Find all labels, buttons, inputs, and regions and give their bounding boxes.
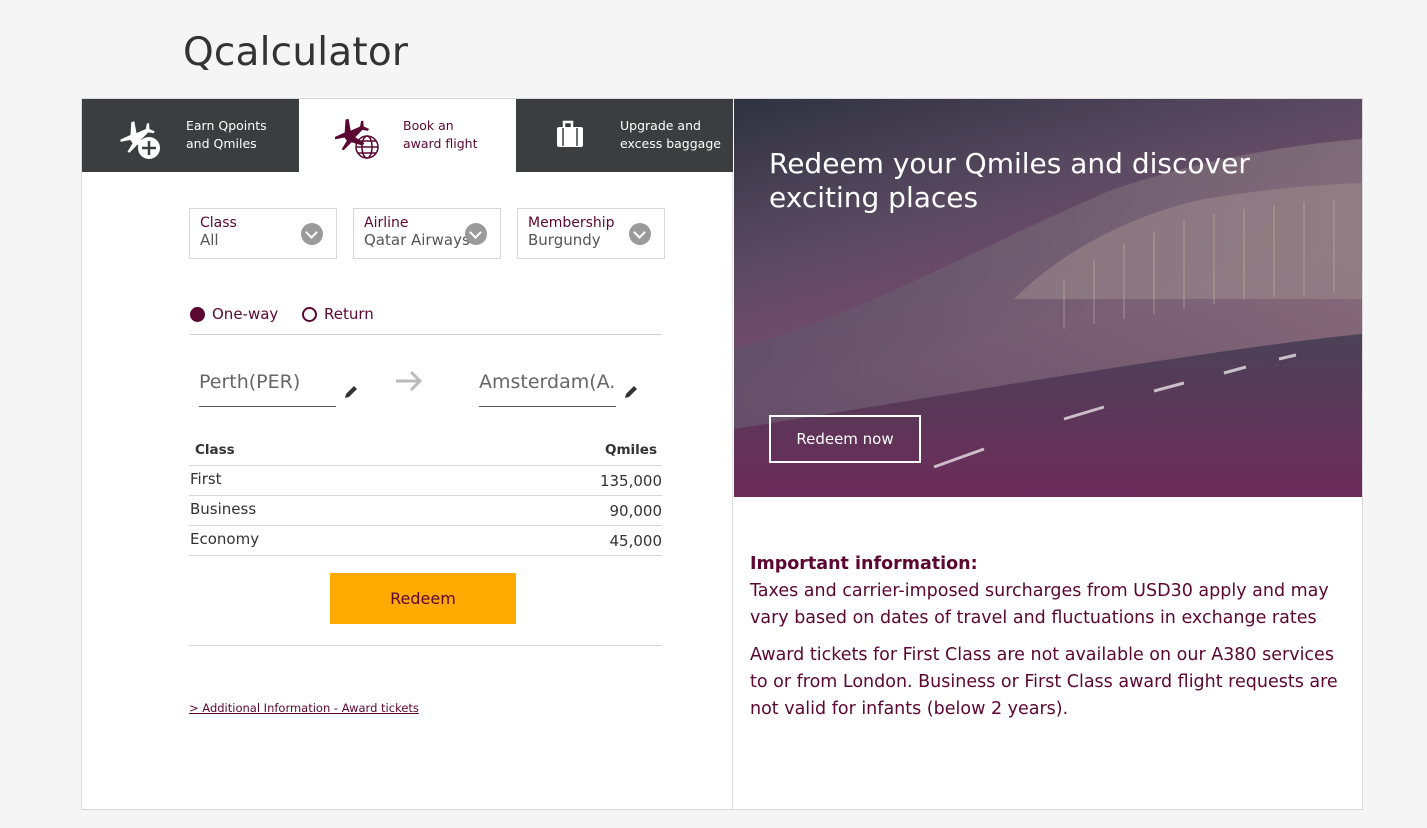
row-class: First (190, 470, 222, 488)
page-title: Qcalculator (183, 30, 409, 75)
redeem-now-button[interactable]: Redeem now (769, 415, 921, 463)
airline-select[interactable]: Airline Qatar Airways (353, 208, 501, 259)
redeem-button[interactable]: Redeem (330, 573, 516, 624)
hero-banner: Redeem your Qmiles and discover exciting… (734, 99, 1362, 497)
tab-upgrade-line1: Upgrade and (620, 118, 701, 133)
calculator-panel: Earn Qpoints and Qmiles Book an award fl… (82, 99, 733, 809)
destination-field[interactable]: Amsterdam(A... (479, 369, 616, 407)
row-qmiles: 45,000 (609, 532, 663, 550)
tab-earn-line1: Earn Qpoints (186, 118, 267, 133)
return-label: Return (324, 305, 374, 323)
chevron-down-icon (465, 223, 487, 245)
chevron-down-icon (301, 223, 323, 245)
origin-field[interactable]: Perth(PER) (199, 369, 336, 407)
radio-unchecked-icon (302, 306, 317, 322)
radio-checked-icon (190, 306, 205, 322)
header-class: Class (195, 442, 235, 458)
class-select[interactable]: Class All (189, 208, 337, 259)
chevron-down-icon (629, 223, 651, 245)
membership-select[interactable]: Membership Burgundy (517, 208, 665, 259)
tab-book-line1: Book an (403, 118, 454, 133)
qcalculator-card: Earn Qpoints and Qmiles Book an award fl… (81, 98, 1363, 810)
table-row: Economy 45,000 (189, 526, 662, 556)
info-paragraph-award: Award tickets for First Class are not av… (750, 645, 1338, 719)
row-class: Business (190, 500, 257, 518)
info-paragraph-taxes: Taxes and carrier-imposed surcharges fro… (750, 581, 1329, 628)
return-radio[interactable]: Return (302, 305, 374, 323)
tab-upgrade-baggage[interactable]: Upgrade and excess baggage (516, 99, 733, 172)
info-heading: Important information: (750, 554, 978, 574)
tab-book-line2: award flight (403, 136, 478, 151)
one-way-radio[interactable]: One-way (190, 305, 278, 323)
arrow-right-icon (396, 370, 423, 392)
hero-title: Redeem your Qmiles and discover exciting… (769, 147, 1250, 214)
header-qmiles: Qmiles (605, 442, 657, 458)
suitcase-icon (557, 120, 583, 147)
plane-plus-icon (120, 121, 160, 159)
promo-panel: Redeem your Qmiles and discover exciting… (734, 99, 1362, 809)
edit-destination-pencil-icon[interactable] (623, 384, 639, 400)
tab-upgrade-line2: excess baggage (620, 136, 721, 151)
tab-earn-qpoints[interactable]: Earn Qpoints and Qmiles (82, 99, 299, 172)
important-info: Important information: Taxes and carrier… (750, 551, 1350, 733)
divider (189, 645, 662, 646)
table-row: Business 90,000 (189, 496, 662, 526)
tab-bar: Earn Qpoints and Qmiles Book an award fl… (82, 99, 733, 172)
tab-earn-line2: and Qmiles (186, 136, 257, 151)
row-qmiles: 90,000 (609, 502, 663, 520)
table-row: First 135,000 (189, 466, 662, 496)
row-qmiles: 135,000 (599, 472, 662, 490)
one-way-label: One-way (212, 305, 279, 323)
row-class: Economy (190, 530, 260, 548)
trip-type-group: One-way Return (190, 305, 662, 335)
edit-origin-pencil-icon[interactable] (343, 384, 359, 400)
plane-globe-icon (335, 118, 379, 159)
qmiles-table: Class Qmiles First 135,000 Business 90,0… (189, 442, 662, 556)
additional-info-link[interactable]: > Additional Information - Award tickets (189, 701, 419, 715)
tab-book-award-flight[interactable]: Book an award flight (299, 99, 516, 172)
table-header: Class Qmiles (189, 442, 662, 466)
